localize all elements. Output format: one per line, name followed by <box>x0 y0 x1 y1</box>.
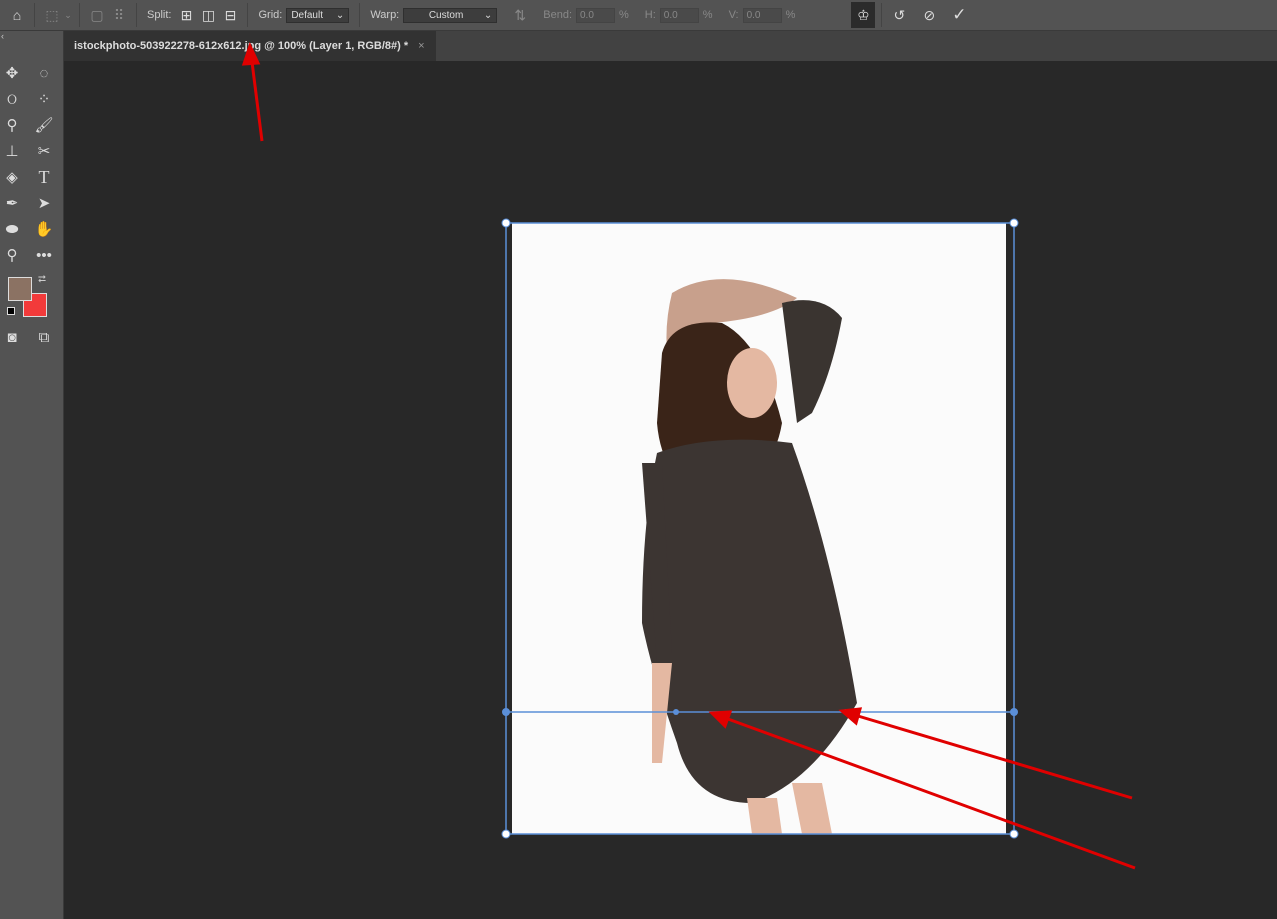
arrowhead-icon <box>708 710 733 729</box>
transform-handle[interactable] <box>501 218 511 228</box>
annotation-arrow <box>727 717 1136 870</box>
annotation-arrow <box>857 714 1133 800</box>
split-handle[interactable] <box>673 709 679 715</box>
split-handle[interactable] <box>502 708 510 716</box>
transform-handle[interactable] <box>1009 218 1019 228</box>
transform-handle[interactable] <box>501 829 511 839</box>
overlay <box>241 41 1136 870</box>
arrowhead-icon <box>241 41 261 66</box>
arrowhead-icon <box>838 707 863 726</box>
transform-bounding-box <box>505 222 1015 835</box>
split-handle[interactable] <box>1010 708 1018 716</box>
annotation-arrow <box>250 61 264 142</box>
transform-handle[interactable] <box>1009 829 1019 839</box>
